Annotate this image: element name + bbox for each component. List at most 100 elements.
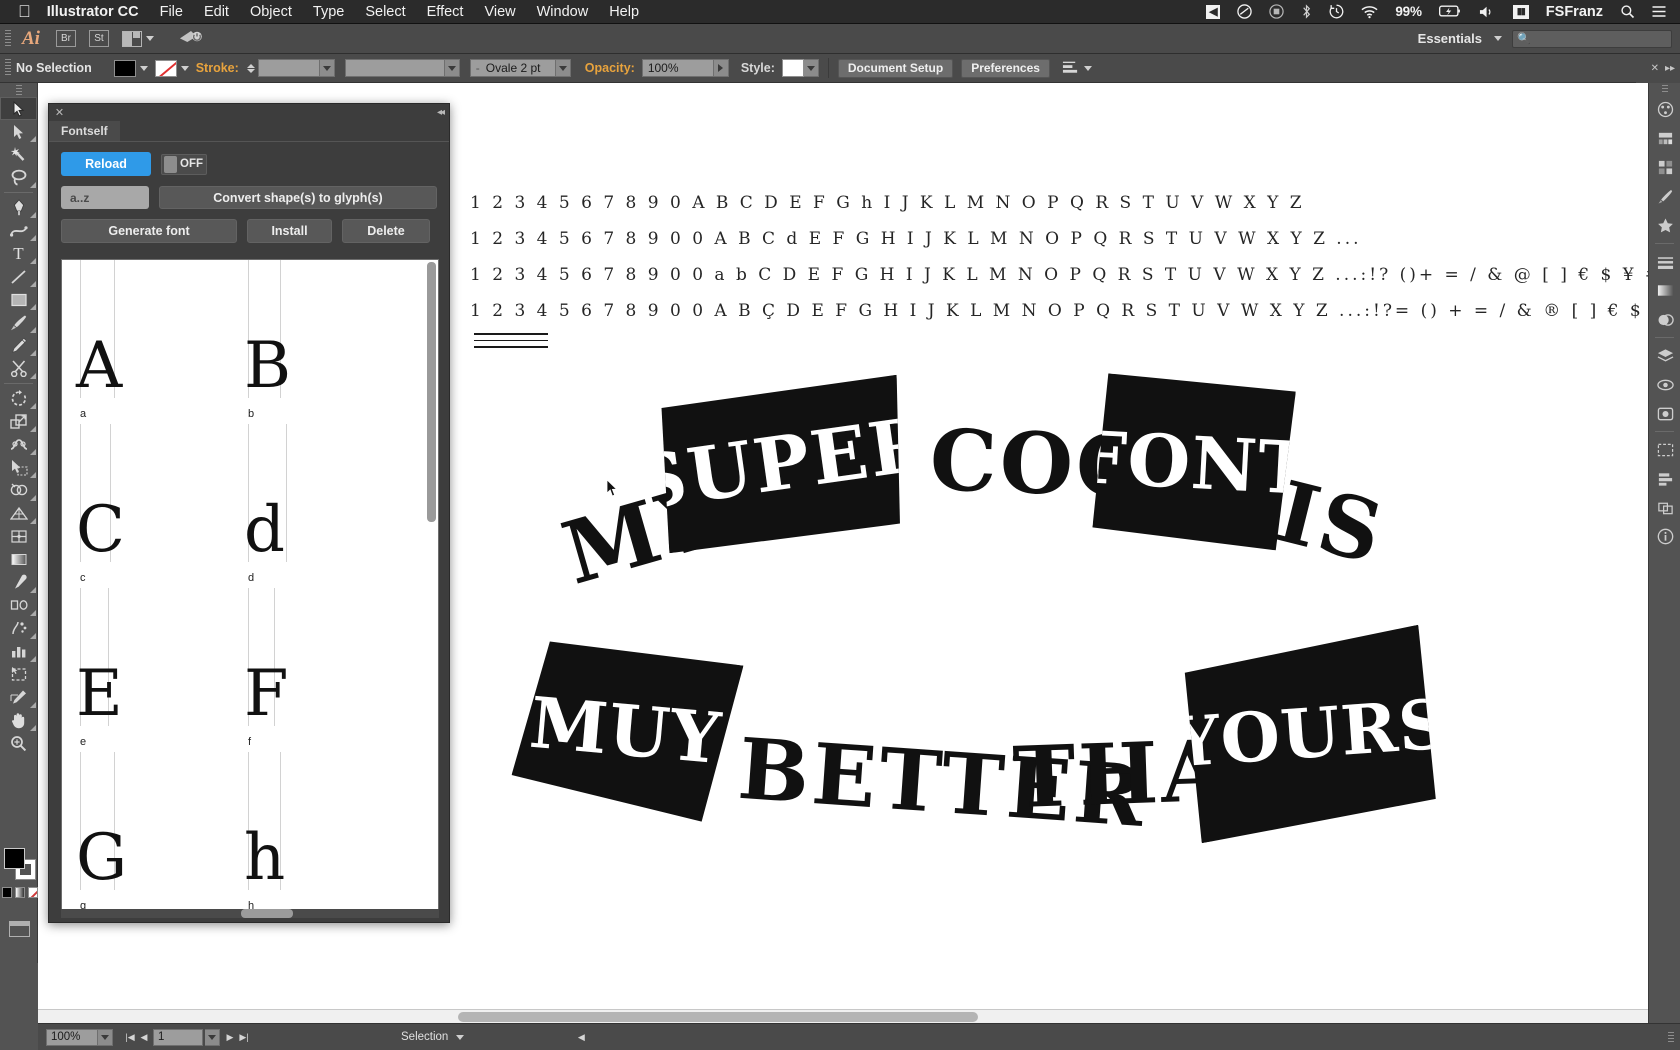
layers-panel-icon[interactable] (1649, 341, 1680, 370)
collapse-panel-icon[interactable]: ◂◂ (437, 107, 443, 118)
pencil-tool[interactable] (0, 334, 37, 357)
word-art-yours[interactable]: YOURS (1173, 625, 1446, 844)
fontself-titlebar[interactable]: ✕ ◂◂ (49, 104, 449, 121)
align-panel-icon[interactable] (1649, 464, 1680, 493)
glyph-cell[interactable]: E e (62, 588, 230, 752)
canvas-scroll-left-icon[interactable]: ◀ (574, 1029, 588, 1046)
appbar-grip[interactable] (0, 24, 16, 54)
zoom-level-field[interactable]: 100% (46, 1029, 98, 1046)
artwork-specimen-row[interactable]: 1 2 3 4 5 6 7 8 9 0 0 a b C D E F G H I … (470, 265, 1662, 285)
line-segment-tool[interactable] (0, 265, 37, 288)
keyboard-layout-icon[interactable]: ◀ (1206, 5, 1220, 19)
gradient-panel-icon[interactable] (1649, 276, 1680, 305)
stroke-swatch[interactable] (155, 60, 177, 77)
battery-charging-icon[interactable] (1439, 5, 1462, 18)
menu-object[interactable]: Object (250, 4, 292, 20)
tab-fontself[interactable]: Fontself (49, 120, 120, 141)
stroke-weight-dropdown[interactable] (258, 59, 335, 77)
word-art-muy[interactable]: MUY (508, 632, 743, 827)
opacity-flyout-icon[interactable] (714, 59, 729, 77)
reload-button[interactable]: Reload (61, 152, 151, 176)
direct-selection-tool[interactable] (0, 120, 37, 143)
menu-help[interactable]: Help (609, 4, 639, 20)
stroke-panel-icon[interactable] (1649, 247, 1680, 276)
cloud-sync-icon[interactable] (179, 28, 203, 50)
zoom-tool[interactable] (0, 732, 37, 755)
page-dropdown-icon[interactable] (205, 1029, 220, 1046)
control-center-icon[interactable]: ▮▮ (1513, 5, 1529, 19)
blend-tool[interactable] (0, 594, 37, 617)
chevron-down-icon[interactable] (1494, 36, 1502, 41)
menu-effect[interactable]: Effect (427, 4, 464, 20)
scale-tool[interactable] (0, 410, 37, 433)
graphic-style-dropdown[interactable] (782, 59, 819, 77)
wifi-icon[interactable] (1361, 5, 1378, 19)
generate-font-button[interactable]: Generate font (61, 219, 237, 243)
apple-logo-icon[interactable]:  (18, 3, 31, 20)
bridge-button[interactable]: Br (56, 30, 76, 47)
volume-icon[interactable] (1479, 5, 1496, 19)
brush-definition-dropdown[interactable]: - Ovale 2 pt (470, 59, 571, 77)
artwork-specimen-row[interactable]: 1 2 3 4 5 6 7 8 9 0 0 A B Ç D E F G H I … (470, 301, 1680, 321)
gradient-mode-button[interactable] (15, 887, 25, 898)
slice-tool[interactable] (0, 686, 37, 709)
close-icon[interactable]: ✕ (1651, 63, 1659, 74)
dock-grip[interactable] (1649, 83, 1680, 95)
dropbox-icon[interactable] (1237, 4, 1252, 19)
fontself-horizontal-scrollbar[interactable] (61, 909, 439, 918)
menu-select[interactable]: Select (365, 4, 405, 20)
chevron-down-icon[interactable] (1084, 66, 1092, 71)
word-art-font[interactable]: FONT (1092, 373, 1297, 551)
glyph-cell[interactable]: A a (62, 260, 230, 424)
color-mode-button[interactable] (2, 887, 12, 898)
glyph-range-field[interactable]: a..z (61, 186, 149, 209)
mesh-tool[interactable] (0, 525, 37, 548)
delete-button[interactable]: Delete (342, 219, 430, 243)
search-input[interactable] (1531, 33, 1667, 45)
artwork-rule-lines[interactable] (474, 333, 548, 348)
word-art-is[interactable]: IS (1268, 462, 1395, 584)
column-graph-tool[interactable] (0, 640, 37, 663)
curvature-tool[interactable] (0, 219, 37, 242)
notification-center-icon[interactable] (1652, 5, 1666, 18)
page-number-field[interactable]: 1 (153, 1029, 203, 1046)
search-icon[interactable] (1620, 4, 1635, 19)
gradient-tool[interactable] (0, 548, 37, 571)
glyph-grid-scrollbar[interactable] (427, 262, 436, 913)
bluetooth-icon[interactable] (1301, 4, 1312, 19)
graphic-styles-icon[interactable] (1649, 399, 1680, 428)
fill-swatch[interactable] (114, 60, 136, 77)
status-chevron-down-icon[interactable] (456, 1035, 464, 1040)
word-art-super[interactable]: SUPER (656, 375, 911, 553)
glyph-cell[interactable]: G g (62, 752, 230, 914)
none-mode-button[interactable] (28, 887, 38, 898)
controlbar-grip[interactable] (0, 54, 16, 83)
previous-page-icon[interactable]: ◀ (137, 1029, 151, 1046)
opacity-control[interactable]: 100% (642, 59, 729, 77)
stroke-profile-value[interactable] (345, 59, 445, 77)
opacity-value[interactable]: 100% (642, 59, 714, 77)
artboard-tool[interactable] (0, 663, 37, 686)
next-page-icon[interactable]: ▶ (223, 1029, 237, 1046)
scrollbar-thumb[interactable] (458, 1012, 978, 1022)
chevron-down-icon[interactable] (181, 66, 189, 71)
record-icon[interactable] (1269, 4, 1284, 19)
menu-edit[interactable]: Edit (204, 4, 229, 20)
glyph-cell[interactable]: B b (230, 260, 398, 424)
style-swatch[interactable] (782, 59, 804, 77)
chevron-down-icon[interactable] (804, 59, 819, 77)
screen-mode-button[interactable] (9, 921, 30, 937)
preview-toggle[interactable]: OFF (161, 154, 207, 175)
align-icon[interactable] (1062, 61, 1092, 75)
chevron-down-icon[interactable] (320, 59, 335, 77)
appearance-icon[interactable] (1649, 370, 1680, 399)
perspective-grid-tool[interactable] (0, 502, 37, 525)
width-tool[interactable] (0, 433, 37, 456)
glyph-grid-area[interactable]: A a B b C c d d E e (61, 259, 439, 914)
paintbrush-tool[interactable] (0, 311, 37, 334)
info-panel-icon[interactable] (1649, 522, 1680, 551)
chevron-down-icon[interactable] (445, 59, 460, 77)
menu-window[interactable]: Window (537, 4, 589, 20)
selection-tool[interactable] (0, 97, 37, 120)
close-icon[interactable]: ✕ (54, 107, 65, 118)
